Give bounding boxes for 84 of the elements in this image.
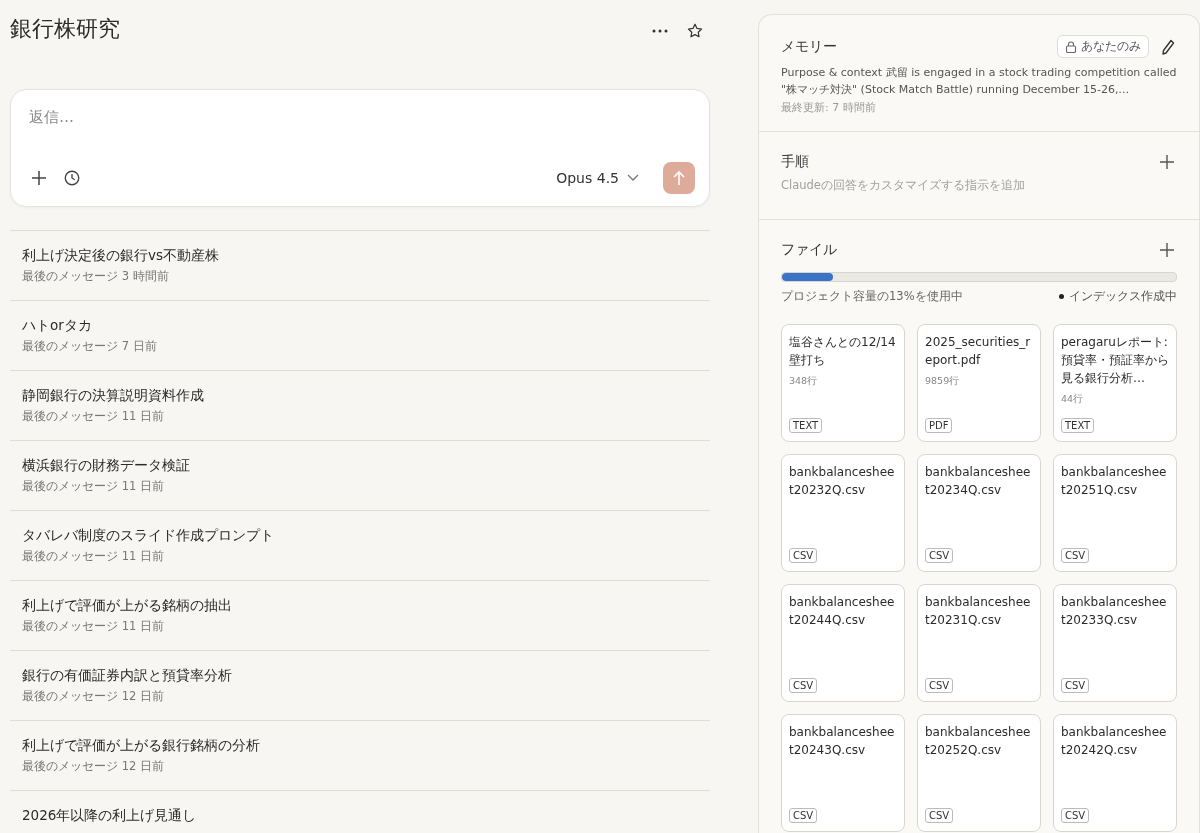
- reply-input-field[interactable]: 返信…: [29, 104, 695, 130]
- conversation-title: 利上げで評価が上がる銀行銘柄の分析: [22, 737, 261, 755]
- conversation-title: 横浜銀行の財務データ検証: [22, 457, 191, 475]
- file-card[interactable]: bankbalancesheet20242Q.csv CSV: [1053, 714, 1177, 832]
- file-card[interactable]: bankbalancesheet20244Q.csv CSV: [781, 584, 905, 702]
- file-name: bankbalancesheet20251Q.csv: [1061, 464, 1168, 499]
- conversation-title: 利上げで評価が上がる銘柄の抽出: [22, 597, 233, 615]
- file-type-tag: CSV: [1061, 808, 1090, 823]
- file-card[interactable]: bankbalancesheet20251Q.csv CSV: [1053, 454, 1177, 572]
- file-card[interactable]: bankbalancesheet20232Q.csv CSV: [781, 454, 905, 572]
- conversation-title: 2026年以降の利上げ見通し: [22, 807, 198, 825]
- file-type-tag: CSV: [789, 548, 818, 563]
- plus-icon[interactable]: [1157, 240, 1177, 260]
- file-type-tag: CSV: [925, 808, 954, 823]
- conversation-item[interactable]: 利上げ決定後の銀行vs不動産株 最後のメッセージ 3 時間前: [10, 230, 710, 300]
- file-card[interactable]: 塩谷さんとの12/14壁打ち 348行 TEXT: [781, 324, 905, 442]
- conversation-item[interactable]: 利上げで評価が上がる銘柄の抽出 最後のメッセージ 11 日前: [10, 580, 710, 650]
- file-name: peragaruレポート: 預貸率・預証率から見る銀行分析…: [1061, 334, 1169, 387]
- file-type-tag: CSV: [789, 678, 818, 693]
- conversation-timestamp: 最後のメッセージ 11 日前: [22, 479, 165, 494]
- file-card[interactable]: bankbalancesheet20234Q.csv CSV: [917, 454, 1041, 572]
- file-name: bankbalancesheet20243Q.csv: [789, 724, 896, 759]
- file-name: bankbalancesheet20252Q.csv: [925, 724, 1032, 759]
- file-line-count: 348行: [789, 375, 818, 388]
- conversation-title: タバレバ制度のスライド作成プロンプト: [22, 527, 275, 545]
- file-line-count: 44行: [1061, 393, 1084, 406]
- file-type-tag: CSV: [925, 678, 954, 693]
- status-dot-icon: [1059, 294, 1064, 299]
- file-card[interactable]: peragaruレポート: 預貸率・預証率から見る銀行分析… 44行 TEXT: [1053, 324, 1177, 442]
- memory-updated-time: 最終更新: 7 時間前: [781, 100, 877, 115]
- plus-icon[interactable]: [29, 168, 49, 188]
- file-line-count: 9859行: [925, 375, 960, 388]
- conversation-timestamp: 最後のメッセージ 7 日前: [22, 339, 158, 354]
- conversation-item[interactable]: 利上げで評価が上がる銀行銘柄の分析 最後のメッセージ 12 日前: [10, 720, 710, 790]
- conversation-title: 利上げ決定後の銀行vs不動産株: [22, 247, 221, 265]
- files-title: ファイル: [781, 241, 837, 259]
- conversation-item[interactable]: 2026年以降の利上げ見通し: [10, 790, 710, 833]
- conversation-item[interactable]: タバレバ制度のスライド作成プロンプト 最後のメッセージ 11 日前: [10, 510, 710, 580]
- conversation-title: 銀行の有価証券内訳と預貸率分析: [22, 667, 233, 685]
- conversation-title: 静岡銀行の決算説明資料作成: [22, 387, 205, 405]
- model-selector[interactable]: Opus 4.5: [550, 169, 645, 187]
- instructions-hint: Claudeの回答をカスタマイズする指示を追加: [781, 178, 1026, 193]
- file-card[interactable]: bankbalancesheet20243Q.csv CSV: [781, 714, 905, 832]
- file-name: bankbalancesheet20231Q.csv: [925, 594, 1032, 629]
- conversation-item[interactable]: 横浜銀行の財務データ検証 最後のメッセージ 11 日前: [10, 440, 710, 510]
- file-type-tag: TEXT: [789, 418, 823, 433]
- file-type-tag: CSV: [1061, 548, 1090, 563]
- conversation-title: ハトorタカ: [22, 317, 93, 335]
- visibility-badge[interactable]: あなたのみ: [1057, 35, 1149, 58]
- capacity-usage-text: プロジェクト容量の13%を使用中: [781, 289, 963, 304]
- memory-title: メモリー: [781, 37, 837, 56]
- memory-summary: Purpose & context 武留 is engaged in a stock trading competition called "株マッチ対決" (Stock Match Battle) running December 15-26,…: [781, 65, 1177, 98]
- conversation-timestamp: 最後のメッセージ 12 日前: [22, 689, 165, 704]
- file-card[interactable]: bankbalancesheet20252Q.csv CSV: [917, 714, 1041, 832]
- file-type-tag: PDF: [925, 418, 953, 433]
- file-name: bankbalancesheet20234Q.csv: [925, 464, 1032, 499]
- file-name: bankbalancesheet20233Q.csv: [1061, 594, 1168, 629]
- conversation-item[interactable]: 銀行の有価証券内訳と預貸率分析 最後のメッセージ 12 日前: [10, 650, 710, 720]
- file-name: bankbalancesheet20242Q.csv: [1061, 724, 1168, 759]
- conversation-timestamp: 最後のメッセージ 12 日前: [22, 759, 165, 774]
- conversation-timestamp: 最後のメッセージ 11 日前: [22, 549, 165, 564]
- file-card[interactable]: bankbalancesheet20231Q.csv CSV: [917, 584, 1041, 702]
- index-status-text: インデックス作成中: [1069, 289, 1177, 304]
- file-type-tag: CSV: [925, 548, 954, 563]
- conversation-item[interactable]: ハトorタカ 最後のメッセージ 7 日前: [10, 300, 710, 370]
- file-type-tag: CSV: [1061, 678, 1090, 693]
- file-name: bankbalancesheet20244Q.csv: [789, 594, 896, 629]
- file-type-tag: CSV: [789, 808, 818, 823]
- instructions-title: 手順: [781, 153, 809, 171]
- chevron-down-icon: [627, 174, 639, 182]
- conversation-item[interactable]: 静岡銀行の決算説明資料作成 最後のメッセージ 11 日前: [10, 370, 710, 440]
- file-type-tag: TEXT: [1061, 418, 1095, 433]
- conversation-timestamp: 最後のメッセージ 11 日前: [22, 619, 165, 634]
- file-name: 2025_securities_report.pdf: [925, 334, 1032, 369]
- conversation-timestamp: 最後のメッセージ 11 日前: [22, 409, 165, 424]
- arrow-up-icon: [672, 170, 686, 186]
- file-card[interactable]: 2025_securities_report.pdf 9859行 PDF: [917, 324, 1041, 442]
- file-card[interactable]: bankbalancesheet20233Q.csv CSV: [1053, 584, 1177, 702]
- file-name: bankbalancesheet20232Q.csv: [789, 464, 896, 499]
- conversation-timestamp: 最後のメッセージ 3 時間前: [22, 269, 170, 284]
- file-name: 塩谷さんとの12/14壁打ち: [789, 334, 897, 369]
- lock-icon: [1065, 40, 1077, 53]
- plus-icon[interactable]: [1157, 152, 1177, 172]
- project-title: 銀行株研究: [10, 15, 121, 43]
